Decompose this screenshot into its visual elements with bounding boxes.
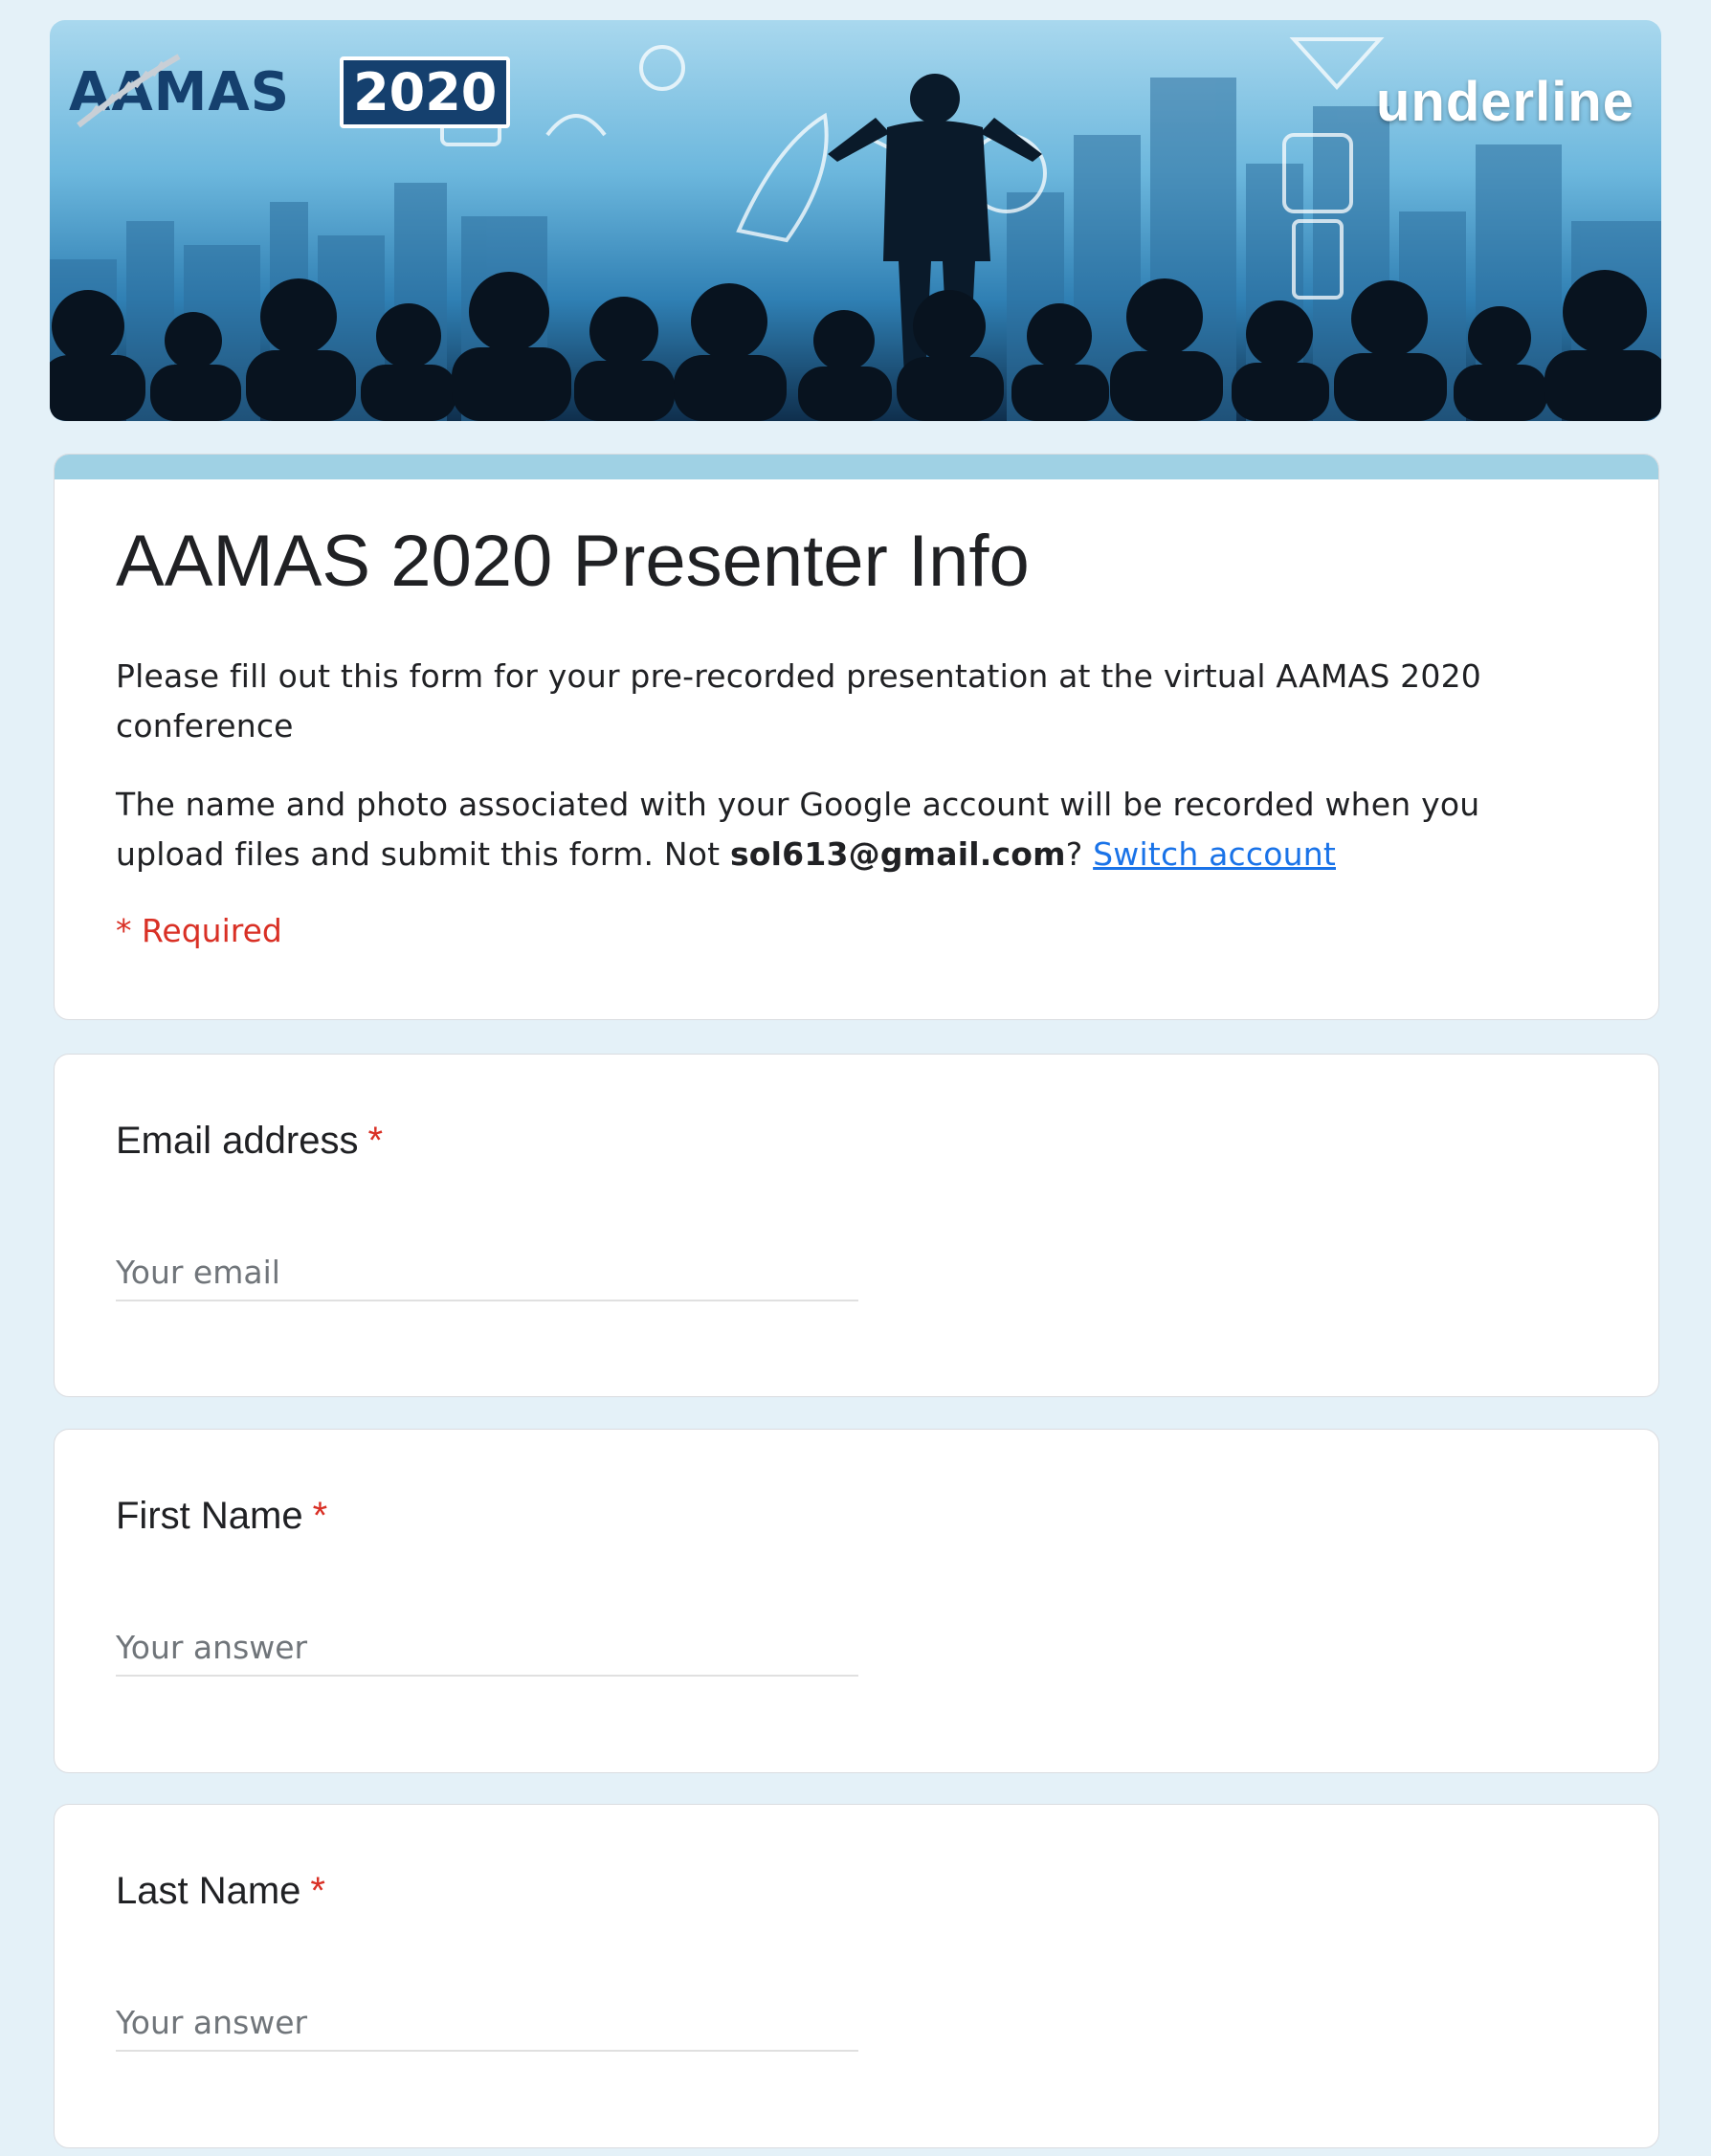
form-title: AAMAS 2020 Presenter Info bbox=[116, 521, 1030, 602]
question-card-email: Email address * bbox=[54, 1054, 1659, 1397]
first-name-input[interactable] bbox=[116, 1619, 858, 1677]
question-title: Email address bbox=[116, 1120, 359, 1162]
account-notice-suffix: ? bbox=[1065, 835, 1083, 873]
account-notice: The name and photo associated with your … bbox=[116, 780, 1597, 879]
question-title: First Name bbox=[116, 1495, 303, 1537]
required-asterisk: * bbox=[312, 1495, 328, 1537]
last-name-input[interactable] bbox=[116, 1994, 858, 2052]
fern-icon bbox=[77, 54, 181, 128]
form-header-card: AAMAS 2020 Presenter Info Please fill ou… bbox=[54, 454, 1659, 1020]
header-banner-image: AAMAS 2020 underline bbox=[50, 20, 1661, 421]
question-label: Last Name * bbox=[116, 1870, 325, 1913]
question-label: First Name * bbox=[116, 1495, 327, 1538]
required-asterisk: * bbox=[367, 1120, 384, 1162]
question-title: Last Name bbox=[116, 1870, 301, 1912]
aamas-logo: AAMAS 2020 bbox=[69, 49, 511, 135]
header-accent-bar bbox=[55, 455, 1658, 479]
email-input[interactable] bbox=[116, 1244, 858, 1301]
form-page: AAMAS 2020 underline AAMAS 2020 Presente… bbox=[0, 0, 1711, 2156]
question-label: Email address * bbox=[116, 1120, 383, 1163]
account-email: sol613@gmail.com bbox=[729, 835, 1066, 873]
form-description: Please fill out this form for your pre-r… bbox=[116, 657, 1481, 745]
question-card-last-name: Last Name * bbox=[54, 1804, 1659, 2148]
underline-logo: underline bbox=[1375, 71, 1634, 133]
required-asterisk: * bbox=[310, 1870, 325, 1912]
logo-year: 2020 bbox=[340, 56, 511, 128]
question-card-first-name: First Name * bbox=[54, 1429, 1659, 1773]
required-note: * Required bbox=[116, 912, 282, 949]
switch-account-link[interactable]: Switch account bbox=[1093, 835, 1336, 873]
